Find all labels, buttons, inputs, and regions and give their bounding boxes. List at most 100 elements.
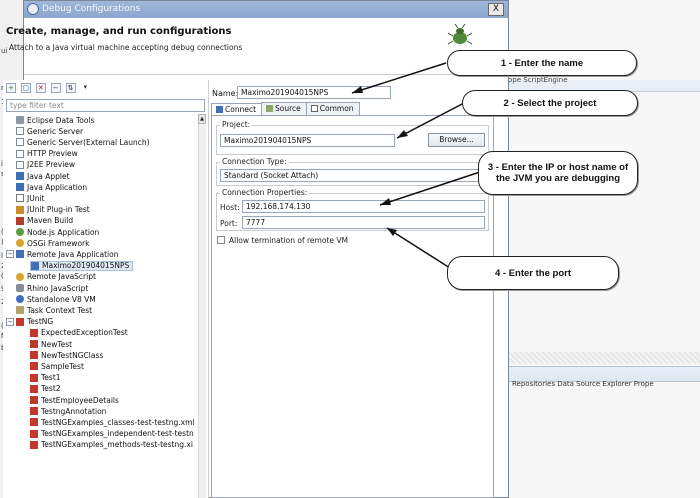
duplicate-icon[interactable]: ▢ (20, 83, 31, 93)
tree-item[interactable]: HTTP Preview (16, 149, 78, 159)
tree-item[interactable]: Test1 (30, 373, 61, 383)
tree-item-label: Test2 (41, 384, 61, 394)
filter-icon[interactable]: ⇅ (65, 83, 76, 93)
tree-item[interactable]: Test2 (30, 384, 61, 394)
tree-item-label: JUnit (27, 193, 45, 203)
tree-item-label: Java Application (27, 182, 88, 192)
callout-enter-host: 3 - Enter the IP or host name of the JVM… (478, 151, 638, 195)
tree-item[interactable]: Generic Server(External Launch) (16, 137, 150, 147)
tree-item[interactable]: Remote JavaScript (16, 272, 96, 282)
name-input[interactable]: Maximo201904015NPS (237, 86, 391, 99)
tree-item-label: Eclipse Data Tools (27, 115, 95, 125)
testng-icon (30, 418, 38, 427)
junit-plugin-icon (16, 205, 24, 214)
config-tabs: Connect Source Common (211, 102, 360, 116)
view-menu-icon[interactable]: ▾ (80, 83, 90, 93)
tree-item-label: Task Context Test (27, 305, 93, 315)
new-config-icon[interactable]: + (6, 83, 16, 93)
dialog-titlebar[interactable]: Debug Configurations X (24, 1, 508, 18)
tree-item-label: Remote Java Application (27, 249, 119, 259)
tree-item[interactable]: Java Applet (16, 171, 70, 181)
tree-item[interactable]: NewTestNGClass (30, 350, 103, 360)
tree-item[interactable]: − TestNG (6, 317, 53, 327)
browse-button[interactable]: Browse... (428, 133, 485, 147)
project-field[interactable]: Maximo201904015NPS (220, 134, 395, 147)
tab-common[interactable]: Common (305, 102, 360, 115)
testng-icon (30, 384, 38, 393)
dialog-title: Debug Configurations (42, 4, 141, 14)
tree-item-label: TestEmployeeDetails (41, 395, 119, 405)
junit-icon (16, 194, 24, 203)
configuration-tree: Eclipse Data Tools Generic Server Generic … (6, 114, 196, 498)
tree-item-label: ExpectedExceptionTest (41, 328, 128, 338)
port-field[interactable]: 7777 (242, 216, 485, 229)
background-toolbar-text: ope ScriptEngine (508, 76, 568, 84)
connection-type-select[interactable]: Standard (Socket Attach) (220, 169, 485, 182)
testng-icon (30, 396, 38, 404)
allow-termination-checkbox[interactable] (217, 236, 225, 244)
testng-icon (16, 317, 24, 326)
tree-item[interactable]: SampleTest (30, 361, 84, 371)
tree-item[interactable]: Maximo201904015NPS (30, 260, 134, 271)
tab-source[interactable]: Source (261, 102, 307, 115)
tree-item[interactable]: JUnit (16, 193, 44, 203)
filter-input[interactable]: type filter text (6, 99, 205, 112)
tree-item-label: JUnit Plug-in Test (27, 205, 90, 215)
tree-item[interactable]: ExpectedExceptionTest (30, 328, 128, 338)
tree-item[interactable]: TestNGExamples_classes-test-testng.xml (30, 417, 194, 427)
tree-toolbar: + ▢ ✕ − ⇅ ▾ (6, 83, 92, 94)
connect-tab-panel: Project: Maximo201904015NPS Browse... Co… (211, 115, 494, 498)
tree-item[interactable]: Eclipse Data Tools (16, 115, 94, 125)
tree-item[interactable]: − Remote Java Application (6, 249, 118, 259)
close-button[interactable]: X (488, 3, 504, 16)
tree-item[interactable]: TestngAnnotation (30, 406, 106, 416)
collapse-toggle-icon[interactable]: − (6, 317, 14, 326)
tree-item[interactable]: TestNGExamples_methods-test-testng.xi (30, 440, 193, 450)
tree-item[interactable]: OSGi Framework (16, 238, 89, 248)
tree-item-label: Maximo201904015NPS (42, 261, 130, 271)
doc-icon (16, 149, 24, 158)
tree-item[interactable]: Maven Build (16, 216, 73, 226)
doc-icon (16, 160, 24, 169)
data-tools-icon (16, 116, 24, 124)
collapse-toggle-icon[interactable]: − (6, 250, 14, 259)
host-field[interactable]: 192.168.174.130 (242, 200, 485, 213)
callout-enter-port: 4 - Enter the port (447, 256, 619, 290)
background-view-tabs-text: Repositories Data Source Explorer Prope (512, 380, 654, 388)
doc-icon (16, 127, 24, 136)
tree-item-label: TestNGExamples_methods-test-testng.xi (41, 440, 193, 450)
rhino-icon (16, 284, 24, 292)
tree-item-label: Rhino JavaScript (27, 283, 89, 293)
background-sash (508, 352, 700, 364)
delete-icon[interactable]: ✕ (35, 83, 46, 93)
testng-icon (30, 429, 38, 438)
tree-item[interactable]: JUnit Plug-in Test (16, 205, 90, 215)
tree-item-label: Node.js Application (27, 227, 100, 237)
tree-item-label: NewTest (41, 339, 73, 349)
tree-item[interactable]: Task Context Test (16, 305, 92, 315)
v8-icon (16, 295, 24, 304)
tree-scrollbar[interactable] (198, 114, 206, 498)
scroll-up-arrow-icon[interactable]: ▲ (198, 114, 206, 124)
background-fragment: ui (1, 47, 8, 55)
tree-item[interactable]: Rhino JavaScript (16, 283, 88, 293)
tree-item[interactable]: NewTest (30, 339, 72, 349)
tree-item[interactable]: Generic Server (16, 126, 83, 136)
tree-item[interactable]: Standalone V8 VM (16, 294, 96, 304)
tree-item[interactable]: TestEmployeeDetails (30, 395, 119, 405)
collapse-all-icon[interactable]: − (50, 83, 61, 93)
tree-item-label: NewTestNGClass (41, 350, 104, 360)
debug-logo-icon (447, 23, 473, 45)
tree-item[interactable]: Java Application (16, 182, 87, 192)
source-icon (266, 105, 274, 112)
tree-item-label: Maven Build (27, 216, 74, 226)
tree-item[interactable]: TestNGExamples_independent-test-testn (30, 429, 194, 439)
tree-item[interactable]: Node.js Application (16, 227, 99, 237)
tree-item-label: OSGi Framework (27, 238, 90, 248)
maven-icon (16, 216, 24, 225)
testng-icon (30, 373, 38, 382)
testng-icon (30, 351, 38, 360)
tree-item[interactable]: J2EE Preview (16, 160, 75, 170)
testng-icon (30, 362, 38, 371)
testng-icon (30, 407, 38, 416)
